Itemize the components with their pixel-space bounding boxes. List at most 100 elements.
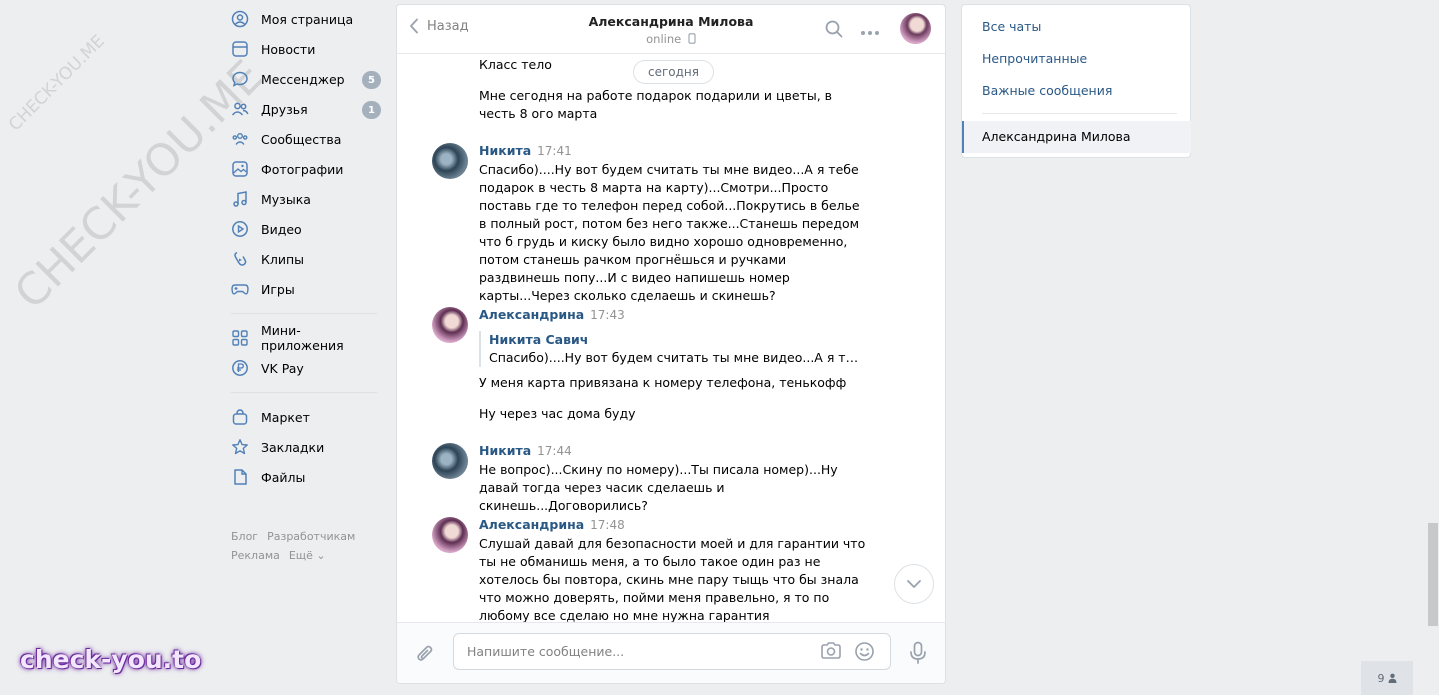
- online-count-value: 9: [1377, 671, 1385, 685]
- nav-files[interactable]: Файлы: [231, 462, 381, 492]
- nav-label: Новости: [261, 41, 316, 57]
- nav-label: Моя страница: [261, 11, 354, 27]
- messenger-badge: 5: [362, 71, 381, 89]
- nav-label: Маркет: [261, 409, 310, 425]
- message-text: Слушай давай для безопасности моей и для…: [479, 536, 866, 622]
- user-circle-icon: [231, 10, 249, 28]
- filter-unread[interactable]: Непрочитанные: [982, 51, 1087, 66]
- page-scrollbar[interactable]: [1425, 0, 1439, 695]
- friends-icon: [231, 100, 249, 118]
- music-icon: [231, 190, 249, 208]
- clips-icon: [231, 250, 249, 268]
- file-icon: [231, 468, 249, 486]
- nav-photos[interactable]: Фотографии: [231, 154, 381, 184]
- nav-market[interactable]: Маркет: [231, 402, 381, 432]
- message-author[interactable]: Александрина: [479, 307, 584, 322]
- nav-label: Друзья: [261, 101, 308, 117]
- message-author[interactable]: Александрина: [479, 517, 584, 532]
- quote-author: Никита Савич: [489, 332, 589, 347]
- footer-link-blog[interactable]: Блог: [231, 530, 258, 543]
- nav-label: Мини-приложения: [261, 323, 344, 353]
- photo-icon: [231, 160, 249, 178]
- avatar[interactable]: [432, 443, 468, 479]
- message-text: У меня карта привязана к номеру телефона…: [479, 375, 847, 390]
- message-author[interactable]: Никита: [479, 443, 531, 458]
- chat-window: Назад Александрина Милова online сегодня…: [396, 4, 946, 684]
- message-header: Александрина 17:43: [479, 307, 625, 322]
- chat-avatar[interactable]: [900, 13, 931, 44]
- nav-bookmarks[interactable]: Закладки: [231, 432, 381, 462]
- smile-icon[interactable]: [854, 641, 875, 666]
- message-text: Ну через час дома буду: [479, 406, 636, 421]
- footer-link-dev[interactable]: Разработчикам: [267, 530, 355, 543]
- watermark-small: CHECK-YOU.ME: [5, 31, 109, 136]
- message-list[interactable]: сегодня Класс тело Мне сегодня на работе…: [397, 55, 945, 622]
- camera-icon[interactable]: [820, 641, 842, 665]
- left-nav: Моя страница Новости Мессенджер 5 Друзья…: [231, 0, 381, 492]
- microphone-icon[interactable]: [909, 641, 927, 669]
- filter-all-chats[interactable]: Все чаты: [982, 19, 1041, 34]
- nav-label: Клипы: [261, 251, 305, 267]
- active-chat-item[interactable]: Александрина Милова: [962, 121, 1191, 153]
- nav-label: Музыка: [261, 191, 311, 207]
- nav-divider: [231, 392, 377, 393]
- quote-text: Спасибо)....Ну вот будем считать ты мне …: [489, 350, 864, 365]
- footer-link-ads[interactable]: Реклама: [231, 549, 280, 562]
- nav-music[interactable]: Музыка: [231, 184, 381, 214]
- more-icon[interactable]: [860, 25, 880, 40]
- message-text: Не вопрос)...Скину по номеру)...Ты писал…: [479, 462, 838, 513]
- message-input-wrapper: [453, 633, 891, 670]
- message-input[interactable]: [467, 634, 807, 669]
- message-text: Спасибо)....Ну вот будем считать ты мне …: [479, 162, 860, 303]
- footer-links: Блог Разработчикам Реклама Ещё ⌄: [231, 527, 364, 565]
- date-pill: сегодня: [633, 60, 714, 84]
- nav-vk-pay[interactable]: VK Pay: [231, 353, 381, 383]
- nav-label: Видео: [261, 221, 302, 237]
- nav-news[interactable]: Новости: [231, 34, 381, 64]
- communities-icon: [231, 130, 249, 148]
- scroll-down-button[interactable]: [894, 564, 934, 604]
- nav-friends[interactable]: Друзья 1: [231, 94, 381, 124]
- news-icon: [231, 40, 249, 58]
- message-time[interactable]: 17:41: [537, 144, 572, 158]
- nav-label: Сообщества: [261, 131, 342, 147]
- status-text: online: [646, 32, 682, 46]
- filter-important[interactable]: Важные сообщения: [982, 83, 1112, 98]
- search-icon[interactable]: [824, 19, 844, 43]
- avatar[interactable]: [432, 517, 468, 553]
- apps-icon: [231, 329, 249, 347]
- nav-video[interactable]: Видео: [231, 214, 381, 244]
- message-time[interactable]: 17:48: [590, 518, 625, 532]
- nav-divider: [231, 313, 377, 314]
- avatar[interactable]: [432, 307, 468, 343]
- message-text: Мне сегодня на работе подарок подарили и…: [479, 88, 833, 121]
- nav-mini-apps[interactable]: Мини-приложения: [231, 323, 381, 353]
- message-time[interactable]: 17:43: [590, 308, 625, 322]
- person-icon: [1388, 673, 1396, 683]
- chevron-down-icon: [907, 580, 921, 588]
- brand-watermark: check-you.to: [20, 645, 202, 674]
- avatar[interactable]: [432, 143, 468, 179]
- scrollbar-thumb[interactable]: [1428, 523, 1438, 626]
- message-time[interactable]: 17:44: [537, 444, 572, 458]
- mobile-phone-icon: [688, 33, 696, 44]
- nav-label: Файлы: [261, 469, 306, 485]
- message-author[interactable]: Никита: [479, 143, 531, 158]
- online-counter[interactable]: 9: [1361, 661, 1413, 695]
- nav-label: Игры: [261, 281, 295, 297]
- message-header: Никита 17:41: [479, 143, 572, 158]
- gamepad-icon: [231, 280, 249, 298]
- nav-communities[interactable]: Сообщества: [231, 124, 381, 154]
- nav-games[interactable]: Игры: [231, 274, 381, 304]
- nav-label: VK Pay: [261, 360, 304, 376]
- message-header: Никита 17:44: [479, 443, 572, 458]
- nav-clips[interactable]: Клипы: [231, 244, 381, 274]
- footer-link-more[interactable]: Ещё ⌄: [289, 549, 326, 562]
- nav-messenger[interactable]: Мессенджер 5: [231, 64, 381, 94]
- nav-my-page[interactable]: Моя страница: [231, 4, 381, 34]
- video-icon: [231, 220, 249, 238]
- panel-divider: [982, 113, 1177, 114]
- reply-quote[interactable]: Никита Савич Спасибо)....Ну вот будем сч…: [479, 331, 869, 367]
- chat-filter-panel: Все чаты Непрочитанные Важные сообщения …: [961, 4, 1191, 158]
- paperclip-icon[interactable]: [415, 643, 435, 669]
